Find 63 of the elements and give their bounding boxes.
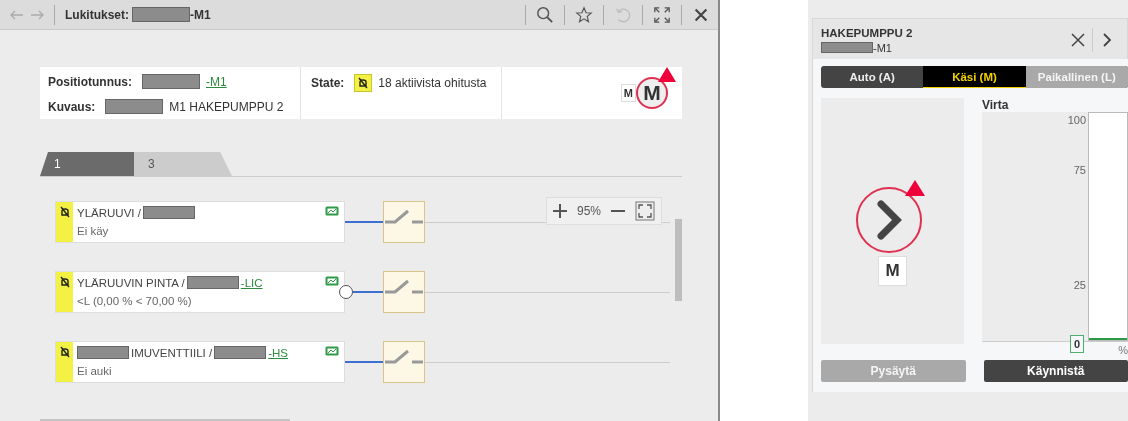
bypass-icon xyxy=(58,276,71,288)
tag-link[interactable]: -LIC xyxy=(240,276,263,289)
trend-icon[interactable] xyxy=(325,205,339,216)
bypass-icon xyxy=(58,206,71,218)
fullscreen-icon[interactable] xyxy=(653,5,671,24)
trend-icon[interactable] xyxy=(325,275,339,286)
action-button[interactable]: Käynnistä xyxy=(983,360,1128,382)
fit-screen-icon[interactable] xyxy=(635,201,655,221)
signal-card[interactable]: IMUVENTTIILI / -HS Ei auki xyxy=(55,341,345,383)
tick-label: 25 xyxy=(1073,279,1086,291)
redaction-bar xyxy=(186,276,239,289)
redaction-bar xyxy=(821,42,873,53)
switch-icon[interactable] xyxy=(383,271,425,313)
vertical-scrollbar[interactable] xyxy=(675,219,682,301)
mode-tab[interactable]: Auto (A) xyxy=(821,66,924,88)
close-icon[interactable] xyxy=(1070,32,1086,48)
meter-reading: 0 xyxy=(1070,335,1085,353)
label-text: Lukitukset: xyxy=(65,7,129,22)
label-text: M1 HAKEPUMPPU 2 xyxy=(169,99,284,114)
field-label: Kuvaus: xyxy=(48,99,96,114)
mode-badge: M xyxy=(620,84,636,102)
tick-label: 75 xyxy=(1073,164,1086,176)
status-text: Ei auki xyxy=(77,365,113,377)
tick-label: 100 xyxy=(1067,114,1086,126)
tag-link[interactable]: -HS xyxy=(268,346,288,359)
connector-line xyxy=(345,221,383,223)
alarm-triangle-icon xyxy=(658,67,676,82)
label-text: YLÄRUUVIN PINTA / xyxy=(77,276,185,289)
trend-icon[interactable] xyxy=(325,345,339,356)
mode-tab[interactable]: Käsi (M) xyxy=(923,66,1026,88)
signal-card[interactable]: YLÄRUUVIN PINTA / -LIC <L (0,00 % < 70,00 %) xyxy=(55,271,345,313)
zoom-level: 95% xyxy=(576,204,601,218)
switch-icon[interactable] xyxy=(383,341,425,383)
zoom-in-icon[interactable] xyxy=(552,204,567,218)
meter-title: Virta xyxy=(982,98,1010,112)
tag-link[interactable]: -M1 xyxy=(206,74,227,89)
bypass-icon xyxy=(357,77,370,89)
panel-title: HAKEPUMPPU 2 xyxy=(821,26,913,39)
redaction-bar xyxy=(142,74,200,89)
redaction-bar xyxy=(105,99,164,114)
status-text: Ei käy xyxy=(77,225,110,237)
mode-letter: M xyxy=(878,256,907,286)
status-text: <L (0,00 % < 70,00 %) xyxy=(77,295,193,307)
field-label: Positiotunnus: xyxy=(48,74,132,89)
label-text: YLÄRUUVI / xyxy=(77,206,141,219)
redaction-bar xyxy=(142,206,195,219)
field-label: State: xyxy=(311,76,345,90)
tab[interactable]: 3 xyxy=(134,152,232,176)
label-text: -M1 xyxy=(190,7,211,22)
signal-card[interactable]: YLÄRUUVI / Ei käy xyxy=(55,201,345,243)
label-text: -M1 xyxy=(873,41,892,54)
search-icon[interactable] xyxy=(536,5,554,24)
connector-line xyxy=(345,361,383,363)
label-text: IMUVENTTIILI / xyxy=(131,346,213,359)
state-text: 18 aktiivista ohitusta xyxy=(378,76,487,90)
redaction-bar xyxy=(77,346,129,359)
connector-line xyxy=(353,291,383,293)
redaction-bar xyxy=(214,346,267,359)
tab[interactable]: 1 xyxy=(40,152,134,176)
star-icon[interactable] xyxy=(575,5,593,24)
switch-icon[interactable] xyxy=(383,201,425,243)
bypass-icon xyxy=(58,346,71,358)
redaction-bar xyxy=(132,7,190,22)
